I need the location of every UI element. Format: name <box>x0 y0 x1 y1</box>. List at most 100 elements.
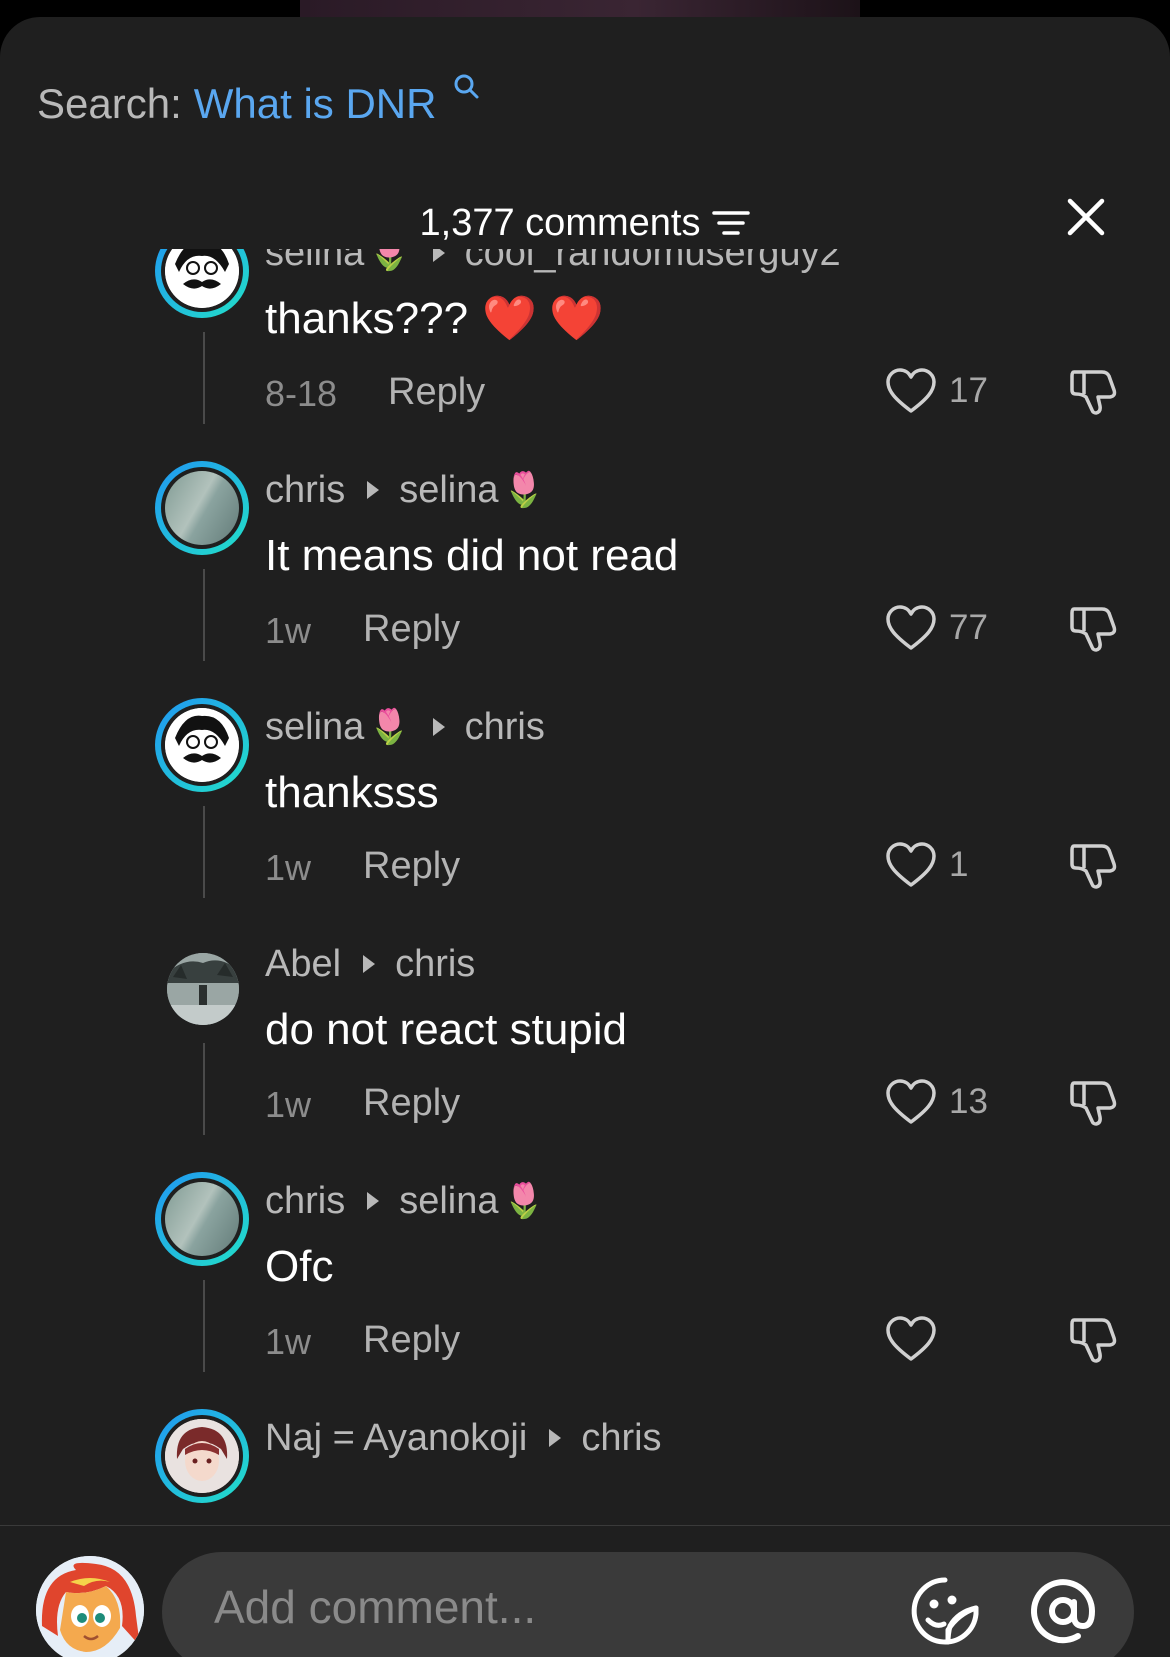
reply-button[interactable]: Reply <box>363 606 460 652</box>
comment-item: selina 🌷 chris thanksss 1w Reply 1 <box>0 678 1170 915</box>
thread-line <box>203 332 205 424</box>
search-prefix: Search: <box>37 80 182 127</box>
comment-text: thanks??? ❤️ ❤️ <box>265 292 604 346</box>
avatar[interactable] <box>155 249 249 318</box>
dislike-icon[interactable] <box>1066 840 1118 892</box>
comment-date: 1w <box>265 610 312 651</box>
comment-composer <box>0 1526 1170 1657</box>
comments-header: 1,377 comments <box>0 193 1170 253</box>
reply-button[interactable]: Reply <box>363 843 460 889</box>
comment-list[interactable]: selina 🌷 cool_randomuserguy2 thanks??? ❤️ … <box>0 249 1170 1525</box>
comment-names: selina 🌷 cool_randomuserguy2 <box>265 249 841 276</box>
like-button[interactable]: 1 <box>885 842 968 888</box>
author-emoji: 🌷 <box>368 708 411 746</box>
thread-line <box>203 569 205 661</box>
comment-names: Abel chris <box>265 941 475 987</box>
reply-arrow-icon <box>549 1429 562 1447</box>
reply-to-name[interactable]: chris <box>465 704 545 750</box>
comment-text: thanksss <box>265 768 439 817</box>
reply-button[interactable]: Reply <box>363 1317 460 1363</box>
like-button[interactable]: 77 <box>885 605 988 651</box>
avatar[interactable] <box>155 1409 249 1503</box>
comment-input-container[interactable] <box>162 1552 1134 1657</box>
comment-text: do not react stupid <box>265 1005 628 1054</box>
reply-arrow-icon <box>367 481 380 499</box>
like-button[interactable]: 13 <box>885 1079 988 1125</box>
comment-item: Naj = Ayanokoji chris <box>0 1389 1170 1525</box>
avatar[interactable] <box>155 698 249 792</box>
avatar[interactable] <box>155 461 249 555</box>
comment-count: 1,377 comments <box>419 201 701 244</box>
comments-sheet: Search: What is DNR 1,377 comments selin… <box>0 17 1170 1657</box>
dislike-icon[interactable] <box>1066 1314 1118 1366</box>
heart-outline-icon <box>886 1079 936 1124</box>
author-name[interactable]: selina <box>265 249 364 276</box>
avatar[interactable] <box>155 1172 249 1266</box>
avatar-image <box>36 1556 144 1657</box>
comment-item: selina 🌷 cool_randomuserguy2 thanks??? ❤️ … <box>0 249 1170 441</box>
reply-arrow-icon <box>363 955 376 973</box>
like-count: 77 <box>949 608 988 647</box>
thread-line <box>203 1043 205 1135</box>
comment-item: chris selina 🌷 It means did not read 1w R… <box>0 441 1170 678</box>
reply-arrow-icon <box>367 1192 380 1210</box>
close-icon[interactable] <box>1062 193 1110 241</box>
comment-date: 1w <box>265 1321 312 1362</box>
thread-line <box>203 1280 205 1372</box>
comment-names: chris selina 🌷 <box>265 1178 545 1224</box>
reply-to-emoji: 🌷 <box>502 1182 545 1220</box>
author-name[interactable]: Abel <box>265 941 341 987</box>
author-emoji: 🌷 <box>368 249 411 272</box>
like-count: 17 <box>949 371 988 410</box>
reply-button[interactable]: Reply <box>363 1080 460 1126</box>
comment-item: chris selina 🌷 Ofc 1w Reply <box>0 1152 1170 1389</box>
heart-outline-icon <box>886 842 936 887</box>
video-background <box>300 0 860 18</box>
reply-to-name[interactable]: selina <box>399 467 498 513</box>
reply-to-name[interactable]: selina <box>399 1178 498 1224</box>
comment-input[interactable] <box>212 1574 816 1640</box>
avatar-image <box>165 249 239 308</box>
comment-names: selina 🌷 chris <box>265 704 545 750</box>
dislike-icon[interactable] <box>1066 366 1118 418</box>
heart-outline-icon <box>886 368 936 413</box>
like-count: 1 <box>949 845 969 884</box>
comment-body: thanks??? <box>265 294 469 343</box>
reply-to-name[interactable]: chris <box>395 941 475 987</box>
author-name[interactable]: selina <box>265 704 364 750</box>
reply-arrow-icon <box>432 249 445 262</box>
like-button[interactable]: 17 <box>885 368 988 414</box>
search-query-link[interactable]: What is DNR <box>194 80 437 127</box>
thread-line <box>203 806 205 898</box>
comment-text: Ofc <box>265 1242 334 1291</box>
author-name[interactable]: chris <box>265 467 345 513</box>
author-name[interactable]: Naj = Ayanokoji <box>265 1415 527 1461</box>
search-suggestion[interactable]: Search: What is DNR <box>37 74 480 129</box>
avatar-image <box>165 1419 239 1493</box>
reply-to-name[interactable]: chris <box>581 1415 661 1461</box>
search-icon <box>454 74 479 99</box>
filter-icon[interactable] <box>712 208 751 238</box>
reply-to-emoji: 🌷 <box>502 471 545 509</box>
comment-date: 1w <box>265 847 312 888</box>
like-count: 13 <box>949 1082 988 1121</box>
reply-button[interactable]: Reply <box>388 369 485 415</box>
reply-arrow-icon <box>432 718 445 736</box>
avatar[interactable] <box>167 953 239 1025</box>
my-avatar[interactable] <box>36 1556 144 1657</box>
comment-names: Naj = Ayanokoji chris <box>265 1415 662 1461</box>
heart-outline-icon <box>886 1316 936 1361</box>
heart-outline-icon <box>886 605 936 650</box>
comment-text: It means did not read <box>265 531 679 580</box>
dislike-icon[interactable] <box>1066 603 1118 655</box>
comment-date: 1w <box>265 1084 312 1125</box>
reply-to-name[interactable]: cool_randomuserguy2 <box>465 249 841 276</box>
comment-item: Abel chris do not react stupid 1w Reply … <box>0 915 1170 1152</box>
comment-date: 8-18 <box>265 373 338 414</box>
avatar-image <box>165 708 239 782</box>
dislike-icon[interactable] <box>1066 1077 1118 1129</box>
avatar-image <box>167 953 239 1025</box>
comment-names: chris selina 🌷 <box>265 467 545 513</box>
author-name[interactable]: chris <box>265 1178 345 1224</box>
like-button[interactable] <box>885 1316 949 1362</box>
